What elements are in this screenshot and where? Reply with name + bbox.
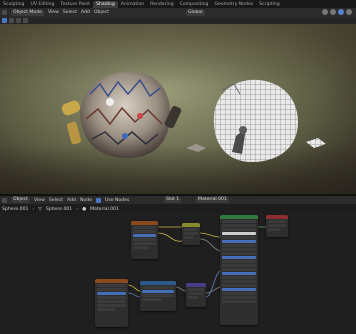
tab-texture-paint[interactable]: Texture Paint	[57, 1, 93, 8]
textured-sculpt-object	[61, 71, 182, 159]
node-header	[182, 223, 200, 227]
tab-animation[interactable]: Animation	[118, 1, 147, 8]
solid-shading-icon[interactable]	[330, 9, 336, 15]
node-editor-canvas[interactable]	[0, 213, 356, 334]
wireframe-sculpt-object	[213, 79, 298, 162]
transform-orientation-dropdown[interactable]: Global	[186, 9, 205, 16]
node-header	[131, 221, 158, 225]
tab-geometry-nodes[interactable]: Geometry Nodes	[211, 1, 256, 8]
tab-compositing[interactable]: Compositing	[177, 1, 212, 8]
tab-scripting[interactable]: Scripting	[256, 1, 282, 8]
tab-shading[interactable]: Shading	[93, 0, 118, 8]
select-mode-icon[interactable]	[9, 18, 14, 23]
mesh-icon: ▽	[38, 206, 42, 212]
menu-add[interactable]: Add	[81, 10, 90, 15]
node-links	[127, 226, 266, 298]
wireframe-shading-icon[interactable]	[322, 9, 328, 15]
select-box-icon[interactable]	[2, 18, 7, 23]
menu-select[interactable]: Select	[63, 10, 77, 15]
node-header	[220, 215, 258, 219]
principled-bsdf-node[interactable]	[220, 215, 258, 325]
object-mode-dropdown[interactable]: Object Mode	[11, 9, 44, 16]
viewport-header: Object Mode View Select Add Object Globa…	[0, 8, 356, 17]
image-texture-node[interactable]	[131, 221, 158, 259]
debris-piece	[186, 144, 206, 152]
select-mode-icon[interactable]	[23, 18, 28, 23]
tab-uv-editing[interactable]: UV Editing	[27, 1, 57, 8]
material-icon: ●	[82, 206, 87, 212]
mix-node[interactable]	[182, 223, 200, 245]
breadcrumb-mesh[interactable]: Sphere.001	[46, 207, 72, 212]
node-header	[266, 215, 288, 219]
menu-view[interactable]: View	[34, 198, 45, 203]
menu-add[interactable]: Add	[67, 198, 76, 203]
node-header	[186, 283, 206, 287]
object-type-dropdown[interactable]: Object	[11, 197, 30, 203]
node-header	[95, 279, 128, 283]
image-texture-node-2[interactable]	[95, 279, 128, 327]
tab-sculpting[interactable]: Sculpting	[0, 1, 27, 8]
menu-view[interactable]: View	[48, 10, 59, 15]
material-dropdown[interactable]: Material.001	[196, 197, 229, 203]
select-mode-icon[interactable]	[16, 18, 21, 23]
material-shading-icon[interactable]	[338, 9, 344, 15]
use-nodes-label: Use Nodes	[104, 197, 130, 203]
chevron-right-icon: ›	[32, 206, 35, 212]
use-nodes-checkbox[interactable]	[95, 197, 101, 203]
menu-object[interactable]: Object	[94, 10, 109, 15]
viewport-shading-group	[322, 9, 352, 15]
tab-rendering[interactable]: Rendering	[147, 1, 176, 8]
viewport-scene	[61, 71, 326, 162]
slot-dropdown[interactable]: Slot 1	[164, 197, 182, 203]
node-editor-header: Object View Select Add Node Use Nodes Sl…	[0, 196, 356, 204]
menu-select[interactable]: Select	[49, 198, 63, 203]
node-header	[140, 281, 176, 285]
breadcrumb: Sphere.001 › ▽ Sphere.001 › ● Material.0…	[0, 205, 119, 213]
workspace-tabs: Sculpting UV Editing Texture Paint Shadi…	[0, 0, 356, 8]
rendered-shading-icon[interactable]	[346, 9, 352, 15]
bump-node[interactable]	[186, 283, 206, 307]
menu-node[interactable]: Node	[80, 198, 92, 203]
normal-map-node[interactable]	[140, 281, 176, 311]
breadcrumb-object[interactable]: Sphere.001	[2, 207, 28, 212]
viewport-tool-row	[0, 17, 356, 24]
breadcrumb-material[interactable]: Material.001	[90, 207, 119, 212]
cube-icon[interactable]	[2, 10, 7, 15]
material-output-node[interactable]	[266, 215, 288, 237]
node-editor-icon[interactable]	[2, 197, 7, 203]
3d-viewport[interactable]	[0, 24, 356, 194]
chevron-right-icon: ›	[76, 206, 79, 212]
